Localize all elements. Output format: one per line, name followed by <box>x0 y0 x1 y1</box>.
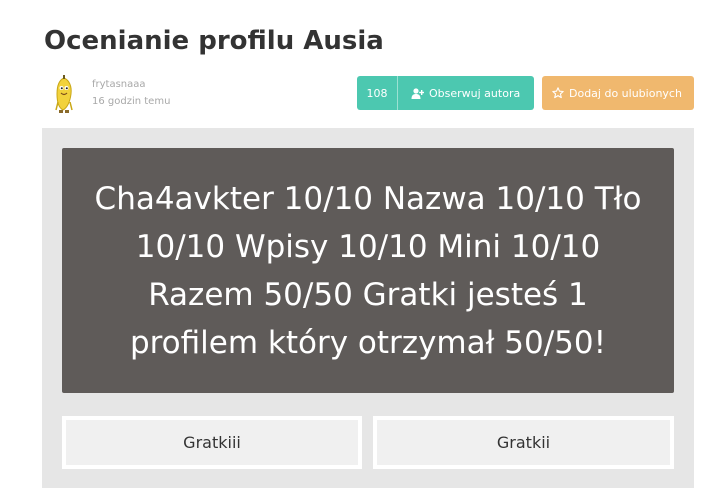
answer-option-1[interactable]: Gratkiii <box>62 416 362 469</box>
add-to-favorites-button[interactable]: Dodaj do ulubionych <box>542 76 694 110</box>
follow-author-button[interactable]: Obserwuj autora <box>398 76 534 110</box>
page-title: Ocenianie profilu Ausia <box>44 26 384 56</box>
answer-option-2[interactable]: Gratkii <box>373 416 674 469</box>
follower-count: 108 <box>366 86 388 100</box>
star-outline-icon <box>552 87 564 99</box>
add-to-favorites-label: Dodaj do ulubionych <box>569 86 682 100</box>
answer-option-label: Gratkii <box>496 433 551 452</box>
banana-character-icon <box>55 75 73 113</box>
answer-option-label: Gratkiii <box>183 433 241 452</box>
user-plus-icon <box>411 87 424 99</box>
follow-author-label: Obserwuj autora <box>429 86 521 100</box>
follower-count-badge[interactable]: 108 <box>357 76 398 110</box>
author-avatar[interactable] <box>47 74 81 114</box>
post-timestamp: 16 godzin temu <box>92 96 171 107</box>
question-text: Cha4avkter 10/10 Nazwa 10/10 Tło 10/10 W… <box>62 148 674 393</box>
author-name[interactable]: frytasnaaa <box>92 79 146 90</box>
